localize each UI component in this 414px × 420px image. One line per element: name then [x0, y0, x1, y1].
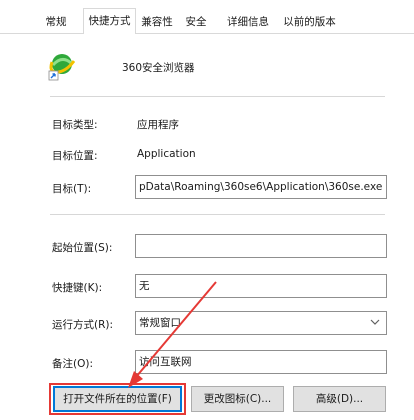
tab-security[interactable]: 安全: [181, 12, 211, 32]
target-input[interactable]: pData\Roaming\360se6\Application\360se.e…: [135, 175, 387, 199]
run-select-value: 常规窗口: [139, 317, 181, 329]
tab-details[interactable]: 详细信息: [222, 12, 274, 32]
tab-compatibility[interactable]: 兼容性: [137, 12, 177, 32]
divider: [50, 96, 385, 97]
open-file-location-button[interactable]: 打开文件所在的位置(F): [53, 386, 182, 412]
target-type-label: 目标类型:: [52, 119, 98, 131]
target-label: 目标(T):: [52, 183, 92, 195]
hotkey-input[interactable]: 无: [135, 274, 387, 298]
target-type-value: 应用程序: [137, 119, 179, 131]
app-name: 360安全浏览器: [122, 62, 195, 74]
tab-bar: 常规 快捷方式 兼容性 安全 详细信息 以前的版本: [0, 0, 414, 34]
comment-label: 备注(O):: [52, 358, 93, 370]
start-in-label: 起始位置(S):: [52, 242, 113, 254]
tab-shortcut[interactable]: 快捷方式: [83, 8, 136, 34]
change-icon-button[interactable]: 更改图标(C)...: [191, 386, 284, 412]
target-location-value: Application: [137, 148, 196, 160]
hotkey-label: 快捷键(K):: [52, 282, 103, 294]
360-browser-icon: [48, 54, 75, 81]
run-label: 运行方式(R):: [52, 319, 114, 331]
run-select[interactable]: 常规窗口: [135, 311, 387, 335]
start-in-input[interactable]: [135, 234, 387, 258]
tab-divider: [0, 33, 414, 34]
tab-previous-versions[interactable]: 以前的版本: [277, 12, 342, 32]
divider: [50, 214, 385, 215]
advanced-button[interactable]: 高级(D)...: [293, 386, 386, 412]
tab-general[interactable]: 常规: [41, 12, 71, 32]
chevron-down-icon: [370, 319, 380, 325]
comment-input[interactable]: 访问互联网: [135, 350, 387, 374]
target-location-label: 目标位置:: [52, 150, 98, 162]
